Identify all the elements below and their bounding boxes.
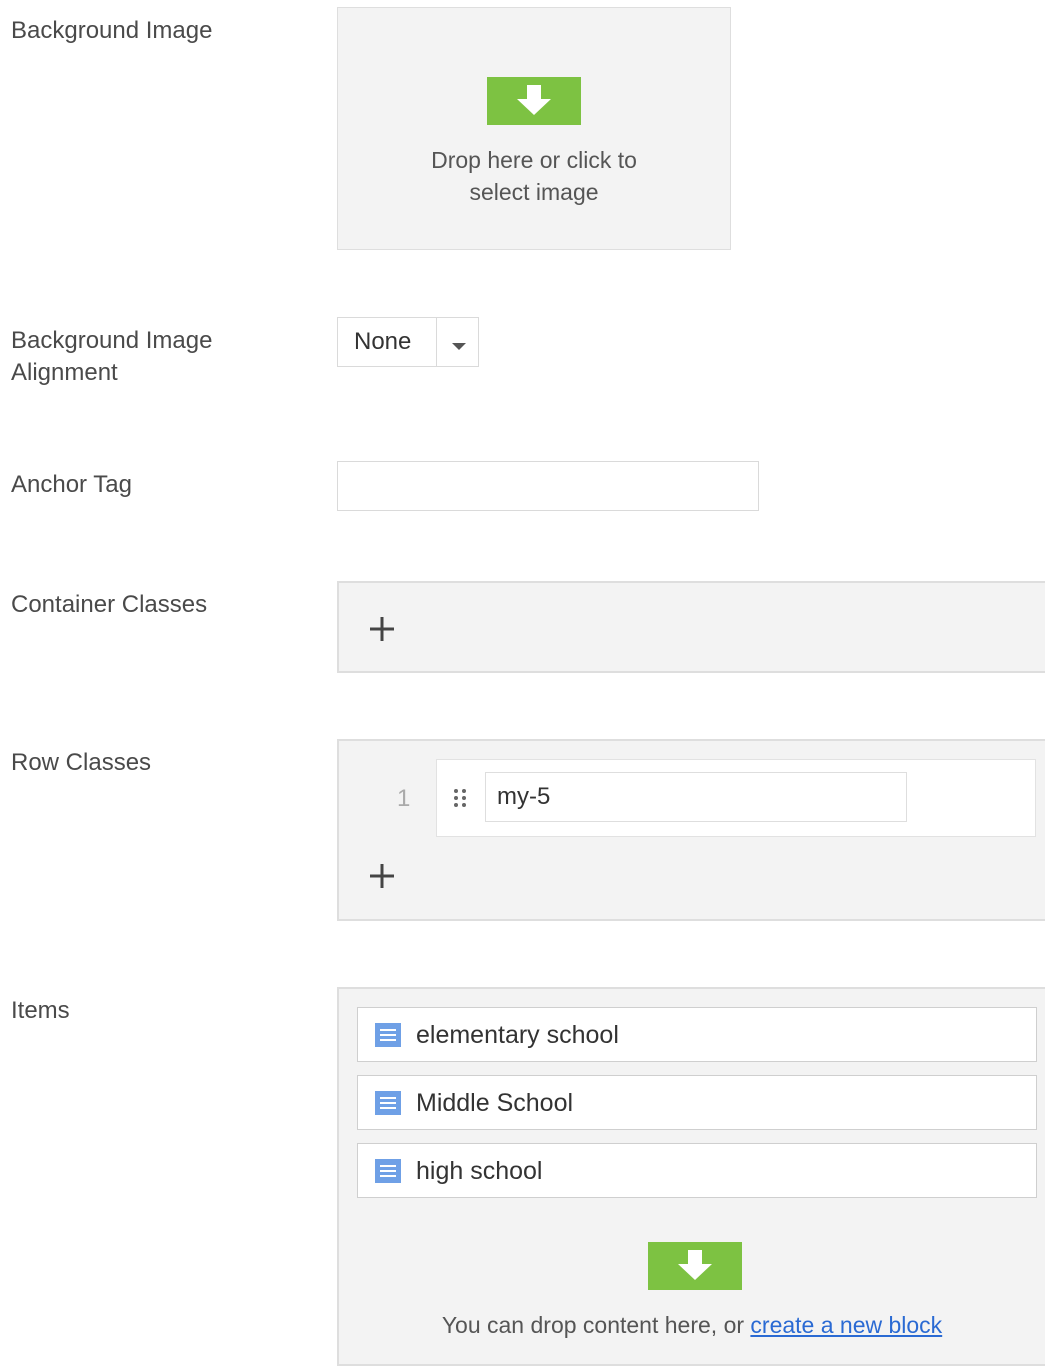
anchor-tag-input[interactable]: [337, 461, 759, 511]
items-drop-message: You can drop content here, or create a n…: [339, 1309, 1045, 1341]
plus-icon[interactable]: [369, 616, 395, 647]
drop-text: You can drop content here, or: [441, 1312, 745, 1338]
alignment-select-value: None: [354, 328, 412, 355]
list-item[interactable]: high school: [357, 1143, 1037, 1198]
document-icon: [375, 1023, 401, 1052]
anchor-tag-label: Anchor Tag: [11, 471, 132, 498]
background-image-label: Background Image: [11, 17, 213, 44]
container-classes-label: Container Classes: [11, 591, 208, 618]
alignment-select[interactable]: None: [337, 317, 479, 367]
block-name: high school: [416, 1157, 543, 1185]
create-new-block-link[interactable]: create a new block: [750, 1312, 942, 1338]
items-label: Items: [11, 997, 70, 1024]
block-name: Middle School: [416, 1089, 574, 1117]
row-class-item: [436, 759, 1036, 837]
row-classes-panel: 1: [337, 739, 1045, 921]
items-panel: elementary school Middle School high sch…: [337, 987, 1045, 1366]
download-arrow-icon: [648, 1242, 742, 1290]
list-item[interactable]: elementary school: [357, 1007, 1037, 1062]
dropzone-text-line2: select image: [469, 179, 599, 205]
background-image-alignment-label: Background Image Alignment: [11, 325, 212, 389]
drag-handle-icon[interactable]: [453, 788, 467, 813]
document-icon: [375, 1159, 401, 1188]
plus-icon[interactable]: [369, 863, 395, 894]
row-class-input[interactable]: [485, 772, 907, 822]
download-arrow-icon: [487, 77, 581, 125]
select-divider: [436, 318, 437, 366]
alignment-label-line1: Background Image: [11, 327, 213, 354]
block-name: elementary school: [416, 1021, 619, 1049]
alignment-label-line2: Alignment: [11, 359, 118, 386]
document-icon: [375, 1091, 401, 1120]
container-classes-panel: [337, 581, 1045, 673]
row-index: 1: [397, 785, 411, 812]
caret-down-icon[interactable]: [452, 338, 466, 356]
list-item[interactable]: Middle School: [357, 1075, 1037, 1130]
dropzone-text-line1: Drop here or click to: [431, 147, 637, 173]
background-image-dropzone[interactable]: Drop here or click to select image: [337, 7, 731, 250]
row-classes-label: Row Classes: [11, 749, 152, 776]
dropzone-text: Drop here or click to select image: [378, 144, 690, 208]
